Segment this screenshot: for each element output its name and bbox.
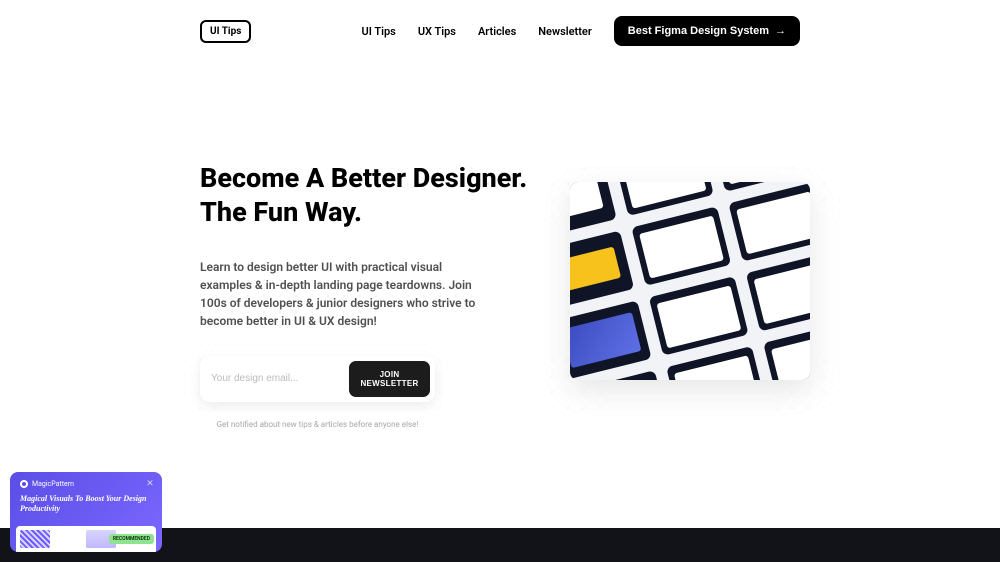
- join-newsletter-button[interactable]: JOIN NEWSLETTER: [349, 361, 430, 397]
- collage-card: [570, 182, 617, 240]
- nav-ux-tips[interactable]: UX Tips: [418, 25, 456, 38]
- collage-card: [649, 276, 749, 356]
- hero-title-line2: The Fun Way.: [200, 196, 362, 228]
- promo-tagline: Magical Visuals To Boost Your Design Pro…: [20, 494, 152, 515]
- collage-card: [746, 252, 810, 332]
- hero-title-line1: Become A Better Designer.: [200, 162, 527, 194]
- signup-note: Get notified about new tips & articles b…: [200, 420, 435, 429]
- collage-card: [631, 206, 731, 286]
- promo-popup[interactable]: ✕ MagicPattern Magical Visuals To Boost …: [10, 472, 162, 552]
- collage-grid: [570, 182, 810, 380]
- collage-card: [570, 300, 652, 380]
- figma-cta-button[interactable]: Best Figma Design System →: [614, 16, 800, 46]
- recommended-badge: RECOMMENDED: [109, 534, 154, 544]
- promo-brand: MagicPattern: [20, 480, 152, 488]
- arrow-right-icon: →: [775, 25, 786, 37]
- hero-copy: Become A Better Designer. The Fun Way. L…: [200, 162, 530, 429]
- nav-articles[interactable]: Articles: [478, 25, 516, 38]
- promo-brand-name: MagicPattern: [32, 480, 74, 488]
- nav-ui-tips[interactable]: UI Tips: [362, 25, 396, 38]
- hero-subtitle: Learn to design better UI with practical…: [200, 258, 480, 330]
- hero-visual: [570, 162, 810, 429]
- hero-title: Become A Better Designer. The Fun Way.: [200, 162, 530, 230]
- screenshot-collage: [570, 182, 810, 380]
- header: UI Tips UI Tips UX Tips Articles Newslet…: [0, 0, 1000, 62]
- brand-logo-icon: [20, 480, 28, 488]
- collage-card: [763, 322, 810, 380]
- collage-card: [728, 182, 810, 262]
- newsletter-signup: JOIN NEWSLETTER: [200, 356, 435, 402]
- main-nav: UI Tips UX Tips Articles Newsletter Best…: [362, 16, 801, 46]
- logo[interactable]: UI Tips: [200, 20, 251, 43]
- hero-section: Become A Better Designer. The Fun Way. L…: [0, 62, 1000, 429]
- nav-newsletter[interactable]: Newsletter: [538, 25, 592, 38]
- logo-text: UI Tips: [210, 26, 241, 37]
- close-icon[interactable]: ✕: [144, 478, 156, 490]
- figma-cta-label: Best Figma Design System: [628, 25, 769, 37]
- email-input[interactable]: [205, 365, 349, 392]
- collage-card: [570, 231, 634, 311]
